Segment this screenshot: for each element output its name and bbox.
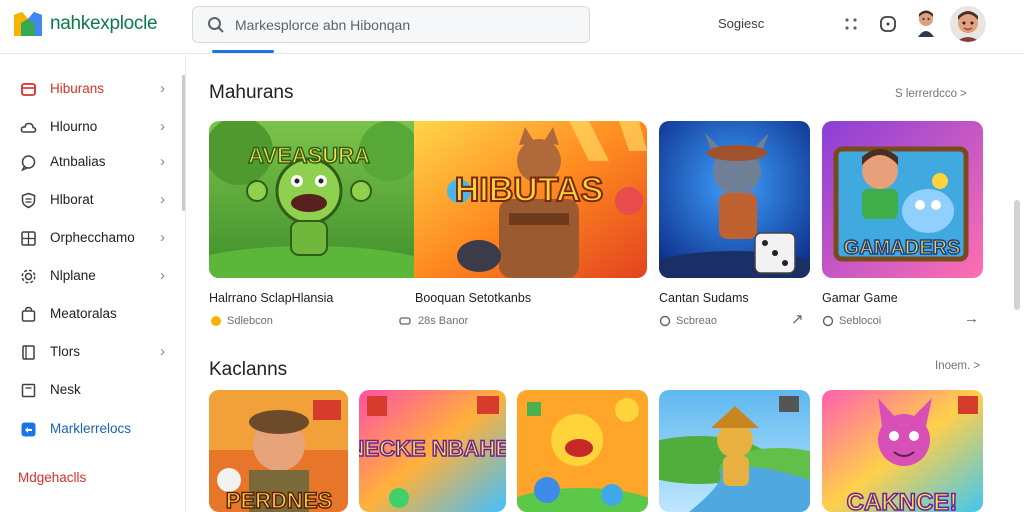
profile-face-icon <box>950 6 986 42</box>
chevron-right-icon: › <box>160 267 165 284</box>
game-card-image[interactable]: CAKNCE! <box>822 390 983 512</box>
box-icon <box>21 383 36 398</box>
card-art-title: PERDNES <box>226 488 332 512</box>
card-art-title: NECKE NBAHE! <box>359 436 506 461</box>
chevron-right-icon: › <box>160 153 165 170</box>
see-more-link[interactable]: Inoem. > <box>935 360 980 372</box>
game-title[interactable]: Booquan Setotkanbs <box>415 291 531 305</box>
game-card-image[interactable]: GAMADERS <box>822 121 983 278</box>
sidebar-item-orphecchamo[interactable]: Orphecchamo › <box>0 222 180 254</box>
chevron-right-icon: › <box>160 191 165 208</box>
marketplace-icon <box>21 422 36 437</box>
game-meta: Sdlebcon <box>227 315 273 327</box>
game-card-image[interactable]: PERDNES <box>209 390 348 512</box>
game-card-image[interactable] <box>659 390 810 512</box>
sidebar-item-hlourno[interactable]: Hlourno › <box>0 111 180 143</box>
share-arrow-icon[interactable]: → <box>964 310 979 327</box>
sidebar-item-atnbalias[interactable]: Atnbalias › <box>0 146 180 178</box>
sidebar-item-label: Hiburans <box>50 81 105 96</box>
app-logo-text[interactable]: nahkexplocle <box>50 13 158 35</box>
game-art: GAMADERS <box>822 121 983 278</box>
sidebar-item-label: Tlors <box>50 344 80 359</box>
signin-link[interactable]: Sogiesc <box>718 16 764 31</box>
main-content: Mahurans S lerrerdcco > AVEASURA HIBUTAS… <box>187 55 1024 512</box>
sidebar-item-label: Nesk <box>50 382 81 397</box>
pin-icon <box>822 315 834 327</box>
card-art-title: CAKNCE! <box>847 489 958 512</box>
settings-icon <box>21 269 36 284</box>
see-more-link[interactable]: S lerrerdcco > <box>895 88 967 100</box>
game-meta: Scbreao <box>676 315 717 327</box>
game-card-image[interactable] <box>517 390 648 512</box>
game-card-image[interactable] <box>659 121 810 278</box>
profile-avatar[interactable] <box>950 6 986 42</box>
game-art <box>659 390 810 512</box>
shield-icon <box>21 192 36 209</box>
game-art <box>659 121 810 278</box>
cloud-icon <box>20 122 37 133</box>
share-arrow-icon[interactable]: ↗ <box>791 310 804 328</box>
game-meta: Seblocoi <box>839 315 882 327</box>
user-avatar-icon[interactable] <box>915 9 937 37</box>
game-title[interactable]: Halrrano SclapHlansia <box>209 291 333 305</box>
card-art-title: AVEASURA <box>248 143 370 168</box>
sidebar-item-meatoralas[interactable]: Meatoralas <box>0 298 180 330</box>
section-title: Mahurans <box>209 82 294 103</box>
card-art-title: HIBUTAS <box>455 171 604 209</box>
book-icon <box>22 345 35 360</box>
sidebar-item-label: Marklerrelocs <box>50 421 132 436</box>
chevron-right-icon: › <box>160 118 165 135</box>
sidebar-item-hiburans[interactable]: Hiburans › <box>0 73 180 105</box>
refresh-icon <box>659 315 671 327</box>
chevron-right-icon: › <box>160 229 165 246</box>
game-title[interactable]: Gamar Game <box>822 291 898 305</box>
top-bar: nahkexplocle Markesplorce abn Hibonqan S… <box>0 0 1024 54</box>
sidebar-item-nlplane[interactable]: Nlplane › <box>0 260 180 292</box>
featured-game-art: AVEASURA HIBUTAS <box>209 121 647 278</box>
game-art: CAKNCE! <box>822 390 983 512</box>
chevron-right-icon: › <box>160 343 165 360</box>
sidebar-item-label: Meatoralas <box>50 306 117 321</box>
sidebar-item-mdgehaclls[interactable]: Mdgehaclls <box>0 462 180 494</box>
sidebar-item-label: Orphecchamo <box>50 230 135 245</box>
chevron-right-icon: › <box>160 80 165 97</box>
page-scrollbar[interactable] <box>1014 200 1020 310</box>
bag-icon <box>21 306 36 322</box>
section-title: Kaclanns <box>209 359 288 380</box>
game-card-image[interactable]: NECKE NBAHE! <box>359 390 506 512</box>
game-art <box>517 390 648 512</box>
search-box[interactable]: Markesplorce abn Hibonqan <box>192 6 590 43</box>
sidebar: Hiburans › Hlourno › Atnbalias › Hlborat… <box>0 55 186 512</box>
sidebar-item-nesk[interactable]: Nesk <box>0 374 180 406</box>
search-input[interactable]: Markesplorce abn Hibonqan <box>235 17 410 33</box>
sidebar-item-label: Nlplane <box>50 268 96 283</box>
search-icon <box>208 17 224 33</box>
game-meta: 28s Banor <box>418 315 469 327</box>
coin-icon <box>211 316 221 326</box>
grid-icon <box>21 231 36 246</box>
card-art-title: GAMADERS <box>844 237 961 259</box>
gamepad-icon <box>399 317 411 325</box>
store-icon <box>21 83 36 96</box>
game-art: NECKE NBAHE! <box>359 390 506 512</box>
sidebar-item-tlors[interactable]: Tlors › <box>0 336 180 368</box>
sidebar-item-label: Hlourno <box>50 119 98 134</box>
sidebar-item-hlborat[interactable]: Hlborat › <box>0 184 180 216</box>
apps-icon[interactable] <box>841 14 861 34</box>
active-tab-indicator <box>212 50 274 53</box>
featured-game-banner[interactable]: AVEASURA HIBUTAS <box>209 121 647 278</box>
chat-icon <box>21 155 36 171</box>
game-art: PERDNES <box>209 390 348 512</box>
help-icon[interactable] <box>878 14 898 34</box>
game-title[interactable]: Cantan Sudams <box>659 291 749 305</box>
sidebar-item-label: Mdgehaclls <box>18 470 87 485</box>
sidebar-item-label: Atnbalias <box>50 154 106 169</box>
sidebar-item-label: Hlborat <box>50 192 94 207</box>
sidebar-scrollbar[interactable] <box>182 75 185 211</box>
logo-icon[interactable] <box>12 9 44 39</box>
sidebar-item-marketplace[interactable]: Marklerrelocs <box>0 413 180 445</box>
